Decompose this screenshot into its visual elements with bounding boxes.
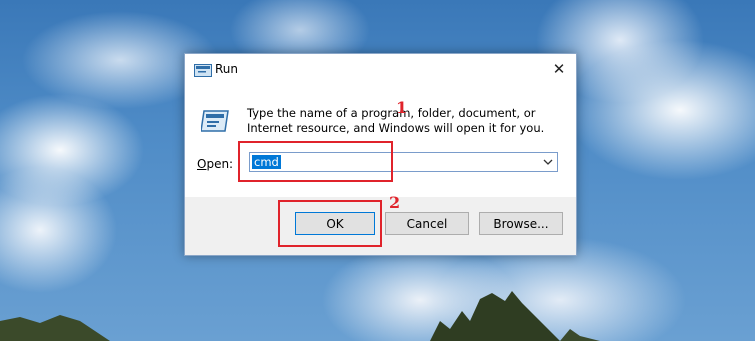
- window-title: Run: [215, 62, 239, 76]
- tree-silhouette: [0, 291, 600, 341]
- annotation-step-2: 2: [389, 193, 401, 212]
- run-large-icon: [201, 110, 229, 132]
- close-icon: ✕: [552, 60, 566, 78]
- cancel-button[interactable]: Cancel: [385, 212, 469, 235]
- open-label-text: pen:: [206, 157, 234, 171]
- browse-button[interactable]: Browse...: [479, 212, 563, 235]
- annotation-box-input: [238, 141, 393, 182]
- annotation-step-1: 1: [396, 98, 408, 117]
- chevron-down-icon[interactable]: [541, 155, 555, 169]
- open-label: Open:: [197, 157, 233, 171]
- close-button[interactable]: ✕: [542, 54, 576, 84]
- title-bar[interactable]: Run ✕: [185, 54, 576, 86]
- annotation-box-ok: [278, 200, 382, 247]
- run-icon: [194, 64, 212, 77]
